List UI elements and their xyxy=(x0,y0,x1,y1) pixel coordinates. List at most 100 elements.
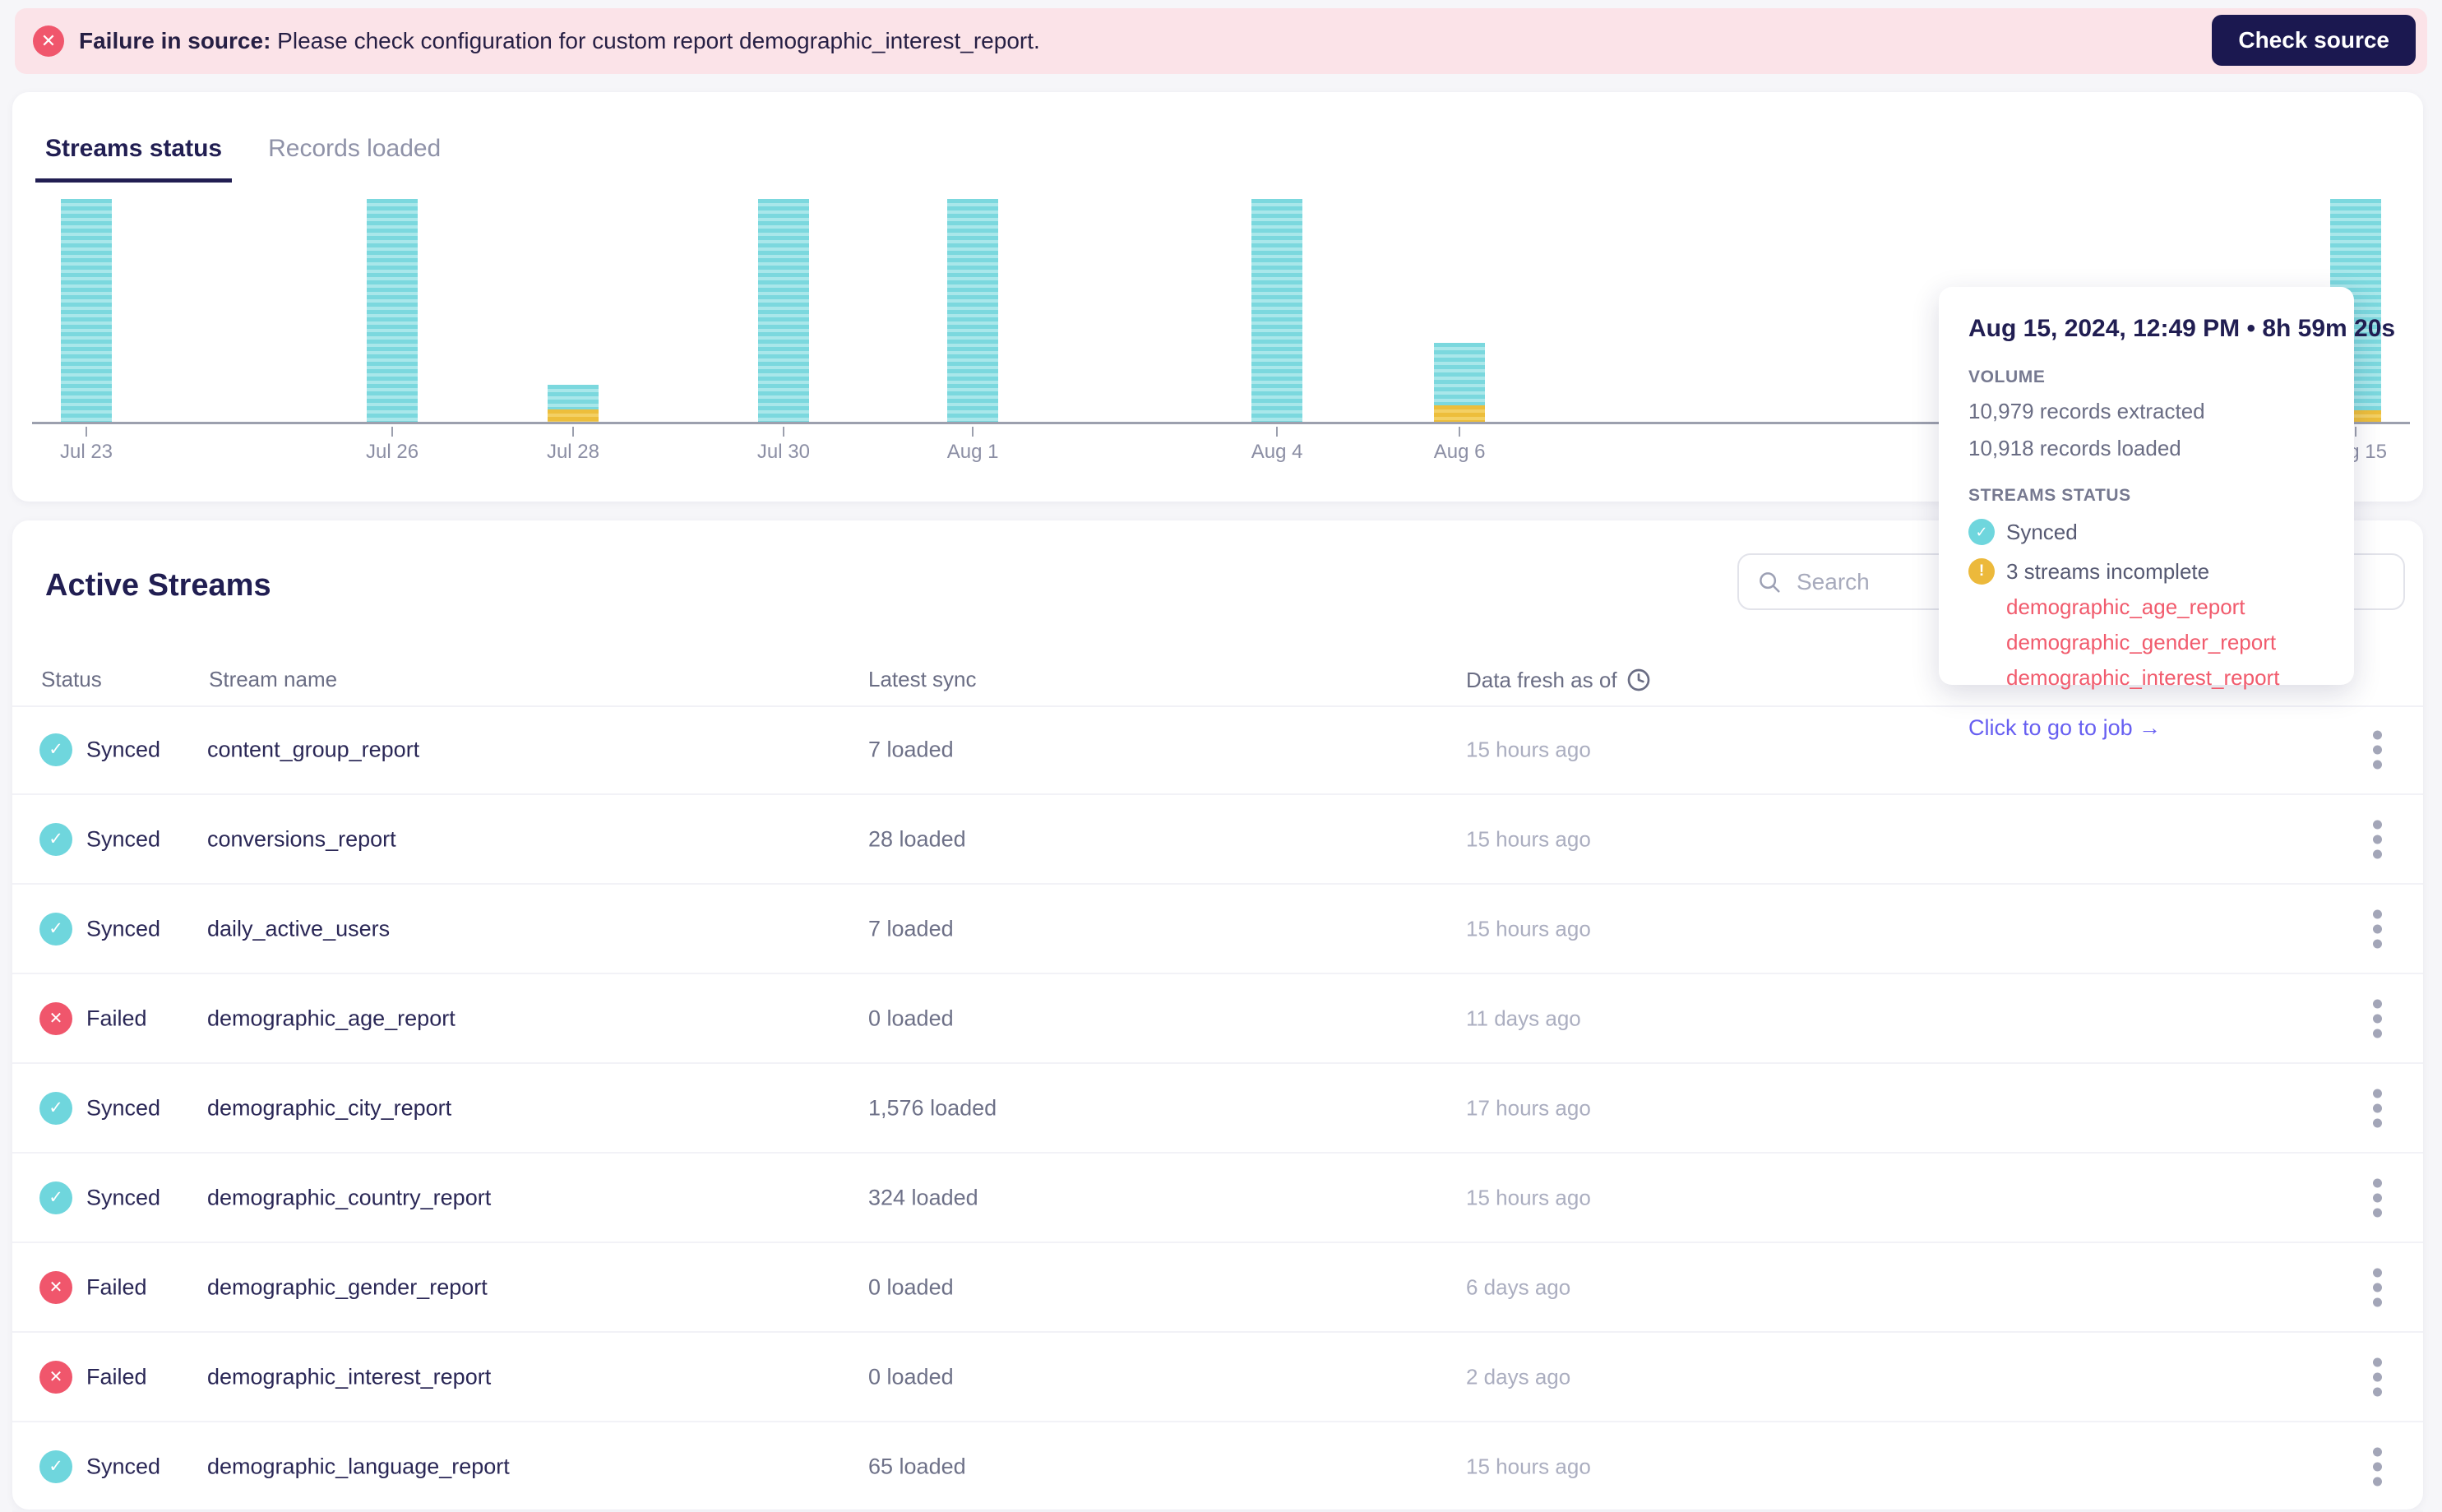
tooltip-records-loaded: 10,918 records loaded xyxy=(1968,436,2181,460)
x-tick-mark xyxy=(391,427,394,437)
stream-name: demographic_city_report xyxy=(207,1095,452,1120)
tooltip-streams-status-label: STREAMS STATUS xyxy=(1968,486,2131,505)
tab-streams-status[interactable]: Streams status xyxy=(35,135,233,183)
tooltip-volume-label: VOLUME xyxy=(1968,368,2046,386)
stream-name: content_group_report xyxy=(207,737,420,761)
data-fresh-value: 15 hours ago xyxy=(1466,737,1591,761)
failed-x-icon: ✕ xyxy=(39,1001,72,1035)
x-tick-label: Jul 28 xyxy=(546,441,599,463)
chart-bar[interactable] xyxy=(547,385,599,422)
data-fresh-value: 2 days ago xyxy=(1466,1364,1571,1389)
bar-synced-segment xyxy=(367,199,419,422)
bar-incomplete-segment xyxy=(547,409,599,422)
table-row: ✓ Synced demographic_country_report 324 … xyxy=(12,1154,2423,1243)
stream-name: demographic_gender_report xyxy=(207,1274,488,1299)
table-row: ✓ Synced demographic_city_report 1,576 l… xyxy=(12,1064,2423,1154)
sync-tooltip: Aug 15, 2024, 12:49 PM • 8h 59m 20s VOLU… xyxy=(1939,287,2395,740)
incomplete-stream-link[interactable]: demographic_gender_report xyxy=(2006,630,2324,655)
tooltip-incomplete-label: 3 streams incomplete xyxy=(2006,558,2210,584)
latest-sync-value: 0 loaded xyxy=(868,1364,954,1389)
chart-bar[interactable] xyxy=(61,199,112,422)
go-to-job-link[interactable]: Click to go to job → xyxy=(1968,715,2324,741)
data-fresh-value: 17 hours ago xyxy=(1466,1095,1591,1120)
latest-sync-value: 7 loaded xyxy=(868,737,954,761)
check-source-button[interactable]: Check source xyxy=(2212,15,2416,66)
tooltip-synced-label: Synced xyxy=(2006,519,2078,544)
chart-bar[interactable] xyxy=(757,199,809,422)
status-label: Failed xyxy=(86,1274,147,1299)
data-fresh-value: 15 hours ago xyxy=(1466,1185,1591,1209)
x-tick-mark xyxy=(571,427,574,437)
tooltip-synced-item: ✓ Synced xyxy=(1968,519,2324,545)
row-menu-button[interactable] xyxy=(2361,1089,2393,1127)
data-fresh-value: 15 hours ago xyxy=(1466,1454,1591,1478)
tooltip-incomplete-item: ! 3 streams incomplete xyxy=(1968,558,2324,585)
bar-synced-segment xyxy=(1251,199,1303,422)
warning-icon: ! xyxy=(1968,558,1995,585)
column-header-data-fresh: Data fresh as of xyxy=(1466,667,1652,693)
latest-sync-value: 0 loaded xyxy=(868,1006,954,1030)
status-label: Synced xyxy=(86,1185,161,1209)
x-tick-mark xyxy=(1459,427,1461,437)
chart-bar[interactable] xyxy=(1251,199,1303,422)
status-label: Synced xyxy=(86,826,161,851)
synced-check-icon: ✓ xyxy=(39,1181,72,1214)
status-label: Synced xyxy=(86,737,161,761)
column-header-latest-sync: Latest sync xyxy=(868,667,977,691)
data-fresh-value: 6 days ago xyxy=(1466,1274,1571,1299)
row-menu-button[interactable] xyxy=(2361,1178,2393,1217)
latest-sync-value: 0 loaded xyxy=(868,1274,954,1299)
error-banner: ✕ Failure in source: Please check config… xyxy=(15,8,2427,74)
data-fresh-value: 15 hours ago xyxy=(1466,916,1591,941)
x-tick-mark xyxy=(2354,427,2356,437)
tooltip-records-extracted: 10,979 records extracted xyxy=(1968,399,2205,423)
stream-name: demographic_age_report xyxy=(207,1006,456,1030)
x-tick-label: Jul 23 xyxy=(59,441,113,463)
banner-message-rest: Please check configuration for custom re… xyxy=(271,28,1040,53)
bar-incomplete-segment xyxy=(1434,405,1486,422)
latest-sync-value: 28 loaded xyxy=(868,826,966,851)
banner-message-bold: Failure in source: xyxy=(79,28,271,53)
stream-name: demographic_country_report xyxy=(207,1185,492,1209)
clock-icon xyxy=(1627,668,1649,691)
chart-bar[interactable] xyxy=(947,199,999,422)
chart-bar[interactable] xyxy=(367,199,419,422)
table-row: ✕ Failed demographic_age_report 0 loaded… xyxy=(12,974,2423,1064)
column-header-data-fresh-label: Data fresh as of xyxy=(1466,667,1617,692)
column-header-stream-name: Stream name xyxy=(209,667,338,691)
incomplete-stream-link[interactable]: demographic_interest_report xyxy=(2006,665,2324,691)
stream-name: demographic_language_report xyxy=(207,1454,510,1478)
column-header-status: Status xyxy=(41,667,102,691)
latest-sync-value: 1,576 loaded xyxy=(868,1095,997,1120)
synced-check-icon: ✓ xyxy=(39,1091,72,1125)
synced-check-icon: ✓ xyxy=(39,733,72,766)
chart-bar[interactable] xyxy=(1434,343,1486,422)
stream-name: conversions_report xyxy=(207,826,396,851)
tab-records-loaded[interactable]: Records loaded xyxy=(268,135,441,183)
latest-sync-value: 324 loaded xyxy=(868,1185,978,1209)
row-menu-button[interactable] xyxy=(2361,1357,2393,1396)
failed-x-icon: ✕ xyxy=(39,1360,72,1394)
data-fresh-value: 15 hours ago xyxy=(1466,826,1591,851)
x-tick-mark xyxy=(782,427,784,437)
table-body: ✓ Synced content_group_report 7 loaded 1… xyxy=(12,705,2423,1512)
check-icon: ✓ xyxy=(1968,519,1995,545)
row-menu-button[interactable] xyxy=(2361,730,2393,769)
tab-bar: Streams status Records loaded xyxy=(35,135,441,183)
row-menu-button[interactable] xyxy=(2361,999,2393,1038)
table-row: ✓ Synced conversions_report 28 loaded 15… xyxy=(12,795,2423,885)
table-row: ✓ Synced demographic_language_report 65 … xyxy=(12,1422,2423,1512)
incomplete-stream-link[interactable]: demographic_age_report xyxy=(2006,594,2324,620)
x-tick-mark xyxy=(86,427,87,437)
row-menu-button[interactable] xyxy=(2361,1447,2393,1486)
row-menu-button[interactable] xyxy=(2361,1268,2393,1306)
bar-synced-segment xyxy=(1434,343,1486,405)
row-menu-button[interactable] xyxy=(2361,909,2393,948)
row-menu-button[interactable] xyxy=(2361,820,2393,858)
tooltip-incomplete-stream-links: demographic_age_report demographic_gender… xyxy=(2006,594,2324,691)
banner-message: Failure in source: Please check configur… xyxy=(79,28,1040,54)
x-tick-label: Aug 4 xyxy=(1251,441,1303,463)
status-label: Synced xyxy=(86,916,161,941)
failed-x-icon: ✕ xyxy=(39,1270,72,1304)
x-tick-label: Jul 30 xyxy=(756,441,810,463)
